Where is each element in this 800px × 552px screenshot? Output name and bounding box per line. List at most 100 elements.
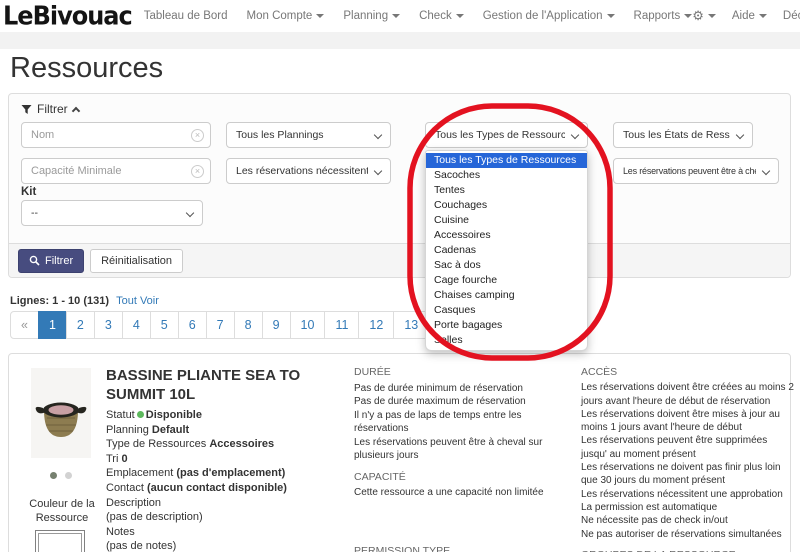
subnav-band <box>0 32 800 49</box>
caret-down-icon <box>708 14 716 18</box>
page-10[interactable]: 10 <box>290 311 326 339</box>
page-title: Ressources <box>10 52 163 85</box>
acces-header: ACCÈS <box>581 366 795 379</box>
view-all-link[interactable]: Tout Voir <box>116 295 159 307</box>
reset-button[interactable]: Réinitialisation <box>90 249 183 273</box>
dropdown-option[interactable]: Cadenas <box>426 243 587 258</box>
dropdown-option[interactable]: Selles <box>426 333 587 348</box>
dropdown-option[interactable]: Casques <box>426 303 587 318</box>
acces-line: Les réservations peuvent être supprimées… <box>581 434 795 461</box>
status-line: StatutDisponible <box>106 408 351 423</box>
clear-icon[interactable]: × <box>191 129 204 142</box>
chevron-down-icon <box>762 167 770 175</box>
nav-planning[interactable]: Planning <box>343 10 400 22</box>
dropdown-option[interactable]: Accessoires <box>426 228 587 243</box>
dropdown-option[interactable]: Couchages <box>426 198 587 213</box>
clear-icon[interactable]: × <box>191 165 204 178</box>
dropdown-option[interactable]: Chaises camping <box>426 288 587 303</box>
nav-rapports[interactable]: Rapports <box>634 10 693 22</box>
carousel-dot[interactable] <box>65 472 72 479</box>
nav-gestion-application[interactable]: Gestion de l'Application <box>483 10 615 22</box>
nav-menu: Tableau de Bord Mon Compte Planning Chec… <box>144 10 692 22</box>
dropdown-option[interactable]: Tentes <box>426 183 587 198</box>
duration-column: DURÉE Pas de durée minimum de réservatio… <box>354 366 574 552</box>
acces-line: Les réservations nécessitent une approba… <box>581 488 795 501</box>
nav-check[interactable]: Check <box>419 10 464 22</box>
filter-toggle[interactable]: Filtrer <box>21 102 79 116</box>
dropdown-option[interactable]: Sacoches <box>426 168 587 183</box>
capacite-line: Cette ressource a une capacité non limit… <box>354 486 574 500</box>
page-13[interactable]: 13 <box>393 311 429 339</box>
nav-deconnexion[interactable]: Déconnexion <box>783 10 800 22</box>
kit-label: Kit <box>21 186 36 198</box>
page-12[interactable]: 12 <box>358 311 394 339</box>
acces-line: Ne nécessite pas de check in/out <box>581 514 795 527</box>
page-6[interactable]: 6 <box>178 311 207 339</box>
field-line: Type de Ressources Accessoires <box>106 437 351 452</box>
dropdown-option[interactable]: Cage fourche <box>426 273 587 288</box>
gear-icon: ⚙ <box>692 8 704 24</box>
page-11[interactable]: 11 <box>324 311 359 339</box>
name-filter-input[interactable] <box>21 122 211 148</box>
page-9[interactable]: 9 <box>262 311 291 339</box>
approbation-select[interactable]: Les réservations nécessitent une approba… <box>226 158 391 184</box>
dropdown-option[interactable]: Cuisine <box>426 213 587 228</box>
chevron-down-icon <box>571 131 579 139</box>
dropdown-option[interactable]: Tous les Types de Ressources <box>426 153 587 168</box>
nav-tableau-de-bord[interactable]: Tableau de Bord <box>144 10 228 22</box>
chevron-down-icon <box>374 131 382 139</box>
resource-color-swatch <box>35 530 85 552</box>
carousel-dots <box>31 466 91 484</box>
page-5[interactable]: 5 <box>150 311 179 339</box>
capacity-filter-input[interactable] <box>21 158 211 184</box>
carousel-dot-active[interactable] <box>50 472 57 479</box>
page-4[interactable]: 4 <box>122 311 151 339</box>
permission-header: PERMISSION TYPE <box>354 545 574 552</box>
status-dot-icon <box>137 411 144 418</box>
field-line: (pas de description) <box>106 510 351 525</box>
duree-line: Pas de durée maximum de réservation <box>354 395 574 409</box>
nav-mon-compte[interactable]: Mon Compte <box>247 10 325 22</box>
duree-line: Les réservations peuvent être à cheval s… <box>354 436 574 463</box>
resource-color-label: Couleur de la Ressource <box>13 497 111 525</box>
settings-menu[interactable]: ⚙ <box>692 8 716 24</box>
name-filter-wrap: × <box>21 122 211 148</box>
caret-down-icon <box>759 14 767 18</box>
field-line: Tri 0 <box>106 452 351 467</box>
acces-line: Les réservations doivent être mises à jo… <box>581 408 795 435</box>
caret-down-icon <box>456 14 464 18</box>
dropdown-option[interactable]: Sac à dos <box>426 258 587 273</box>
resource-title[interactable]: BASSINE PLIANTE SEA TO SUMMIT 10L <box>106 366 331 404</box>
nav-aide[interactable]: Aide <box>732 10 767 22</box>
nav-right: ⚙ Aide Déconnexion <box>692 8 800 24</box>
chevron-down-icon <box>736 131 744 139</box>
filter-button[interactable]: Filtrer <box>18 249 84 273</box>
page-2[interactable]: 2 <box>66 311 95 339</box>
chevron-down-icon <box>186 209 194 217</box>
kit-select[interactable]: -- <box>21 200 203 226</box>
page-8[interactable]: 8 <box>234 311 263 339</box>
field-line: (pas de notes) <box>106 539 351 552</box>
acces-line: La permission est automatique <box>581 501 795 514</box>
caret-down-icon <box>316 14 324 18</box>
page-prev[interactable]: « <box>10 311 39 339</box>
etats-select[interactable]: Tous les États de Ressources <box>613 122 753 148</box>
page-1[interactable]: 1 <box>38 311 67 339</box>
acces-line: Les réservations ne doivent pas finir pl… <box>581 461 795 488</box>
plannings-select[interactable]: Tous les Plannings <box>226 122 391 148</box>
app-logo[interactable]: LeBivouac <box>3 1 132 31</box>
chevron-up-icon <box>71 107 79 115</box>
types-select[interactable]: Tous les Types de Ressources <box>425 122 588 148</box>
resource-info: BASSINE PLIANTE SEA TO SUMMIT 10L Statut… <box>106 366 351 552</box>
field-line: Emplacement (pas d'emplacement) <box>106 466 351 481</box>
field-line: Description <box>106 496 351 511</box>
page-7[interactable]: 7 <box>206 311 235 339</box>
dropdown-option[interactable]: Porte bagages <box>426 318 587 333</box>
page-3[interactable]: 3 <box>94 311 123 339</box>
navbar: LeBivouac Tableau de Bord Mon Compte Pla… <box>0 0 800 32</box>
cheval-select[interactable]: Les réservations peuvent être à cheval s… <box>613 158 779 184</box>
basin-image <box>31 368 91 458</box>
types-dropdown: Tous les Types de Ressources Sacoches Te… <box>425 150 588 351</box>
search-icon <box>29 255 40 266</box>
pagination: « 1 2 3 4 5 6 7 8 9 10 11 12 13 14 » <box>10 311 492 339</box>
